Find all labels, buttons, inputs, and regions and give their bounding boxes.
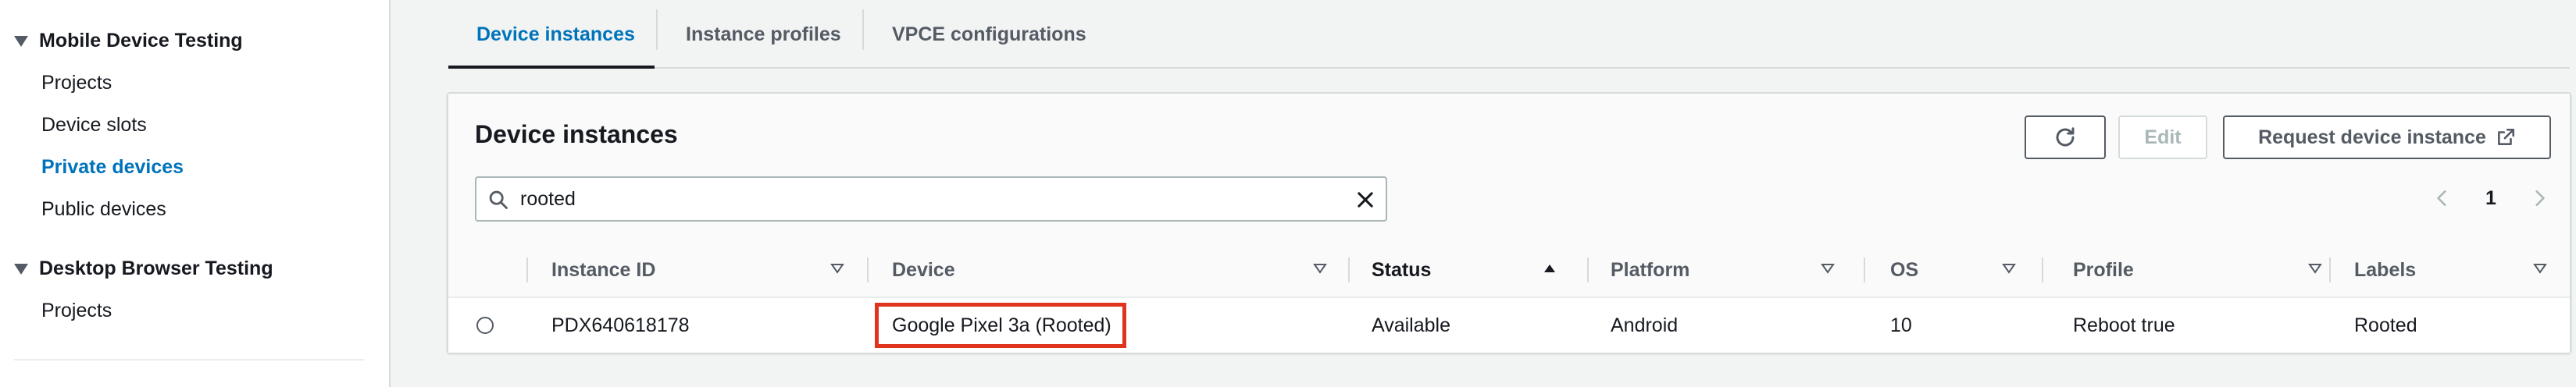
cell-os: 10	[1890, 314, 1912, 336]
next-page-icon[interactable]	[2529, 186, 2549, 210]
request-device-instance-button[interactable]: Request device instance	[2223, 115, 2551, 159]
sort-down-icon	[1821, 264, 1835, 274]
refresh-button[interactable]	[2025, 115, 2106, 159]
sidebar-item-public-devices[interactable]: Public devices	[41, 198, 166, 221]
current-page-number[interactable]: 1	[2485, 187, 2496, 210]
request-button-label: Request device instance	[2258, 126, 2486, 148]
column-separator	[1587, 257, 1589, 282]
sort-down-icon	[830, 264, 844, 274]
sidebar-item-desktop-projects[interactable]: Projects	[41, 300, 112, 322]
column-separator	[867, 257, 869, 282]
active-tab-indicator	[448, 66, 655, 69]
column-label: Device	[892, 258, 955, 281]
column-label: OS	[1890, 258, 1919, 281]
column-separator	[2329, 257, 2331, 282]
sidebar-section-mobile-device-testing[interactable]: Mobile Device Testing	[14, 30, 243, 52]
cell-labels: Rooted	[2354, 314, 2417, 336]
pagination: 1	[2432, 181, 2549, 215]
table-header: Instance ID Device Status Platform OS Pr…	[448, 242, 2570, 298]
previous-page-icon[interactable]	[2432, 186, 2453, 210]
sidebar-item-private-devices[interactable]: Private devices	[41, 156, 184, 179]
column-separator	[2042, 257, 2043, 282]
sort-up-icon	[1544, 265, 1555, 272]
sidebar-section-desktop-browser-testing[interactable]: Desktop Browser Testing	[14, 257, 273, 280]
column-label: Platform	[1611, 258, 1690, 281]
column-header-status[interactable]: Status	[1372, 242, 1564, 298]
sidebar-section-label: Desktop Browser Testing	[39, 257, 273, 279]
panel-title: Device instances	[475, 120, 678, 148]
sort-down-icon	[2533, 264, 2547, 274]
device-instances-panel: Device instances Edit Request device ins…	[447, 92, 2571, 353]
tab-device-instances[interactable]: Device instances	[448, 0, 663, 69]
cell-platform: Android	[1611, 314, 1679, 336]
column-header-device[interactable]: Device	[892, 242, 1340, 298]
refresh-icon	[2056, 127, 2075, 147]
sidebar-section-label: Mobile Device Testing	[39, 30, 243, 51]
column-label: Profile	[2073, 258, 2134, 281]
search-value: rooted	[520, 188, 576, 210]
sidebar-nav: Mobile Device Testing Projects Device sl…	[0, 0, 391, 387]
search-input[interactable]: rooted	[475, 176, 1387, 222]
caret-down-icon	[14, 263, 28, 275]
table-row[interactable]: PDX640618178 Google Pixel 3a (Rooted) Av…	[448, 298, 2570, 353]
column-label: Status	[1372, 258, 1432, 281]
sort-down-icon	[2002, 264, 2016, 274]
sidebar-item-device-slots[interactable]: Device slots	[41, 114, 147, 137]
cell-device[interactable]: Google Pixel 3a (Rooted)	[892, 298, 1111, 353]
column-header-labels[interactable]: Labels	[2354, 242, 2564, 298]
column-label: Instance ID	[551, 258, 656, 281]
tab-bar: Device instances Instance profiles VPCE …	[448, 0, 2570, 69]
caret-down-icon	[14, 35, 28, 47]
row-select-radio[interactable]	[476, 317, 494, 334]
cell-profile: Reboot true	[2073, 314, 2175, 336]
tab-vpce-configurations[interactable]: VPCE configurations	[864, 0, 1115, 69]
column-header-instance-id[interactable]: Instance ID	[551, 242, 844, 298]
column-header-platform[interactable]: Platform	[1611, 242, 1842, 298]
sidebar-item-projects[interactable]: Projects	[41, 72, 112, 94]
column-separator	[1864, 257, 1865, 282]
column-separator	[1348, 257, 1350, 282]
clear-icon[interactable]	[1354, 189, 1376, 211]
column-label: Labels	[2354, 258, 2417, 281]
column-header-os[interactable]: OS	[1890, 242, 2020, 298]
tab-instance-profiles[interactable]: Instance profiles	[658, 0, 869, 69]
search-icon	[489, 190, 508, 209]
sort-down-icon	[2308, 264, 2322, 274]
sort-down-icon	[1313, 264, 1327, 274]
cell-instance-id[interactable]: PDX640618178	[551, 298, 690, 353]
cell-status: Available	[1372, 314, 1451, 336]
column-header-profile[interactable]: Profile	[2073, 242, 2328, 298]
edit-button[interactable]: Edit	[2118, 115, 2207, 159]
column-separator	[526, 257, 528, 282]
external-link-icon	[2497, 128, 2514, 145]
sidebar-divider	[14, 359, 364, 360]
